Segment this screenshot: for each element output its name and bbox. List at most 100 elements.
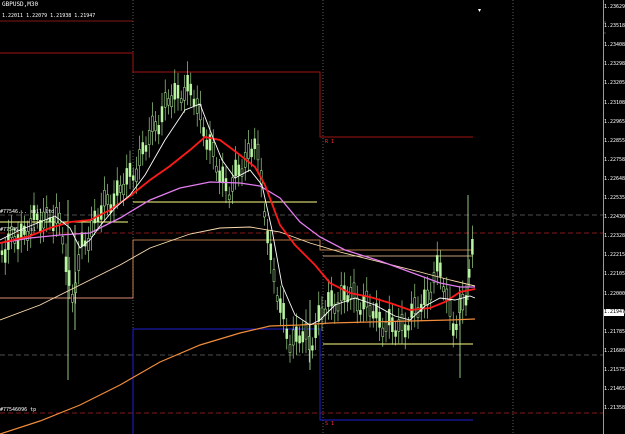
candle-body — [253, 138, 257, 149]
moving-averages — [0, 103, 476, 434]
candle-body — [163, 92, 167, 108]
candle-body — [77, 254, 81, 271]
candle-body — [202, 127, 205, 137]
candle-body — [234, 159, 237, 177]
ema-cream — [0, 226, 476, 321]
candle-body — [387, 309, 391, 326]
candle-body — [371, 311, 375, 319]
pivot-marker-s1: S 1 — [325, 421, 335, 427]
candle-body — [224, 178, 228, 192]
candle-body — [426, 289, 429, 306]
order-label-sell-ltd[interactable]: #77546... sell ltd — [0, 209, 54, 215]
candle-body — [144, 145, 148, 152]
price-tick: 1.23408 — [604, 42, 625, 49]
price-tick: 1.22430 — [604, 214, 625, 221]
candle-body — [167, 98, 170, 106]
candle-body — [115, 180, 119, 196]
candle-body — [381, 327, 385, 337]
candle-body — [439, 262, 442, 277]
candle-body — [221, 166, 225, 184]
candle-body — [368, 305, 372, 317]
session-separators — [132, 0, 514, 434]
candle-body — [80, 232, 84, 247]
candle-body — [362, 295, 365, 310]
candle-body — [400, 314, 404, 331]
ema-orange — [0, 318, 476, 434]
price-tick: 1.21465 — [604, 386, 625, 392]
price-tick: 1.23108 — [604, 99, 625, 106]
candle-body — [269, 243, 273, 261]
candlesticks[interactable] — [0, 61, 474, 380]
candle-body — [183, 87, 186, 101]
candle-body — [298, 335, 301, 344]
candle-body — [285, 328, 289, 339]
candle-body — [119, 184, 122, 193]
chart-shift-icon[interactable]: ▾ — [478, 7, 481, 14]
candle-body — [189, 83, 193, 96]
candle-body — [141, 142, 145, 155]
candle-body — [435, 255, 439, 272]
candle-body — [179, 98, 183, 103]
candle-body — [215, 165, 218, 173]
symbol-title: GBPUSD,M30 — [2, 1, 39, 8]
candle-body — [384, 322, 388, 332]
candle-body — [467, 269, 471, 278]
candle-body — [279, 298, 282, 313]
candle-body — [378, 311, 381, 328]
price-tick: 1.22965 — [604, 118, 625, 125]
order-label-tp[interactable]: #77546096 tp — [0, 407, 36, 413]
price-tick: 1.23629 — [604, 4, 625, 10]
price-tick: 1.22758 — [604, 156, 625, 163]
candle-body — [317, 305, 321, 322]
candle-body — [343, 285, 346, 301]
candle-body — [256, 143, 260, 161]
chart-window[interactable]: GBPUSD,M30 1.22011 1.22079 1.21938 1.219… — [0, 0, 625, 434]
price-chart[interactable] — [0, 0, 625, 434]
candle-body — [403, 324, 407, 338]
candle-body — [295, 326, 298, 342]
candle-body — [71, 294, 74, 303]
candle-body — [218, 170, 221, 183]
pivot-marker-r1: R 1 — [325, 139, 335, 145]
candle-body — [365, 290, 369, 308]
candle-body — [51, 217, 55, 232]
candle-body — [67, 270, 71, 286]
price-tick: 1.22648 — [604, 175, 625, 182]
ema-red — [0, 136, 476, 311]
candle-body — [103, 190, 106, 207]
pivot-lines — [0, 52, 473, 434]
candle-body — [205, 139, 209, 150]
candle-body — [64, 256, 68, 273]
candle-body — [58, 212, 61, 224]
candle-body — [173, 83, 177, 100]
candle-body — [291, 329, 295, 346]
order-label-sl[interactable]: #77546... sl — [0, 227, 36, 233]
price-tick: 1.23298 — [604, 61, 625, 68]
candle-body — [135, 168, 138, 182]
price-tick: 1.21358 — [604, 405, 625, 412]
candle-body — [330, 290, 333, 307]
candle-body — [237, 164, 241, 176]
candle-body — [125, 168, 129, 185]
price-tick: 1.22215 — [604, 252, 625, 259]
candle-body — [0, 250, 4, 255]
candle-body — [311, 345, 314, 351]
price-tick: 1.21680 — [604, 347, 625, 354]
candle-body — [170, 95, 173, 108]
candle-body — [90, 220, 93, 237]
ema-violet — [0, 181, 475, 288]
candle-body — [138, 149, 141, 166]
candle-body — [429, 291, 433, 301]
candle-body — [282, 303, 285, 320]
candle-body — [247, 143, 250, 159]
candle-body — [211, 142, 215, 157]
order-lines[interactable] — [0, 20, 603, 414]
candle-body — [195, 98, 199, 114]
candle-body — [413, 297, 417, 314]
candle-body — [448, 300, 452, 317]
candle-body — [147, 130, 151, 145]
candle-body — [106, 194, 109, 205]
candle-body — [423, 289, 426, 306]
candle-body — [359, 310, 362, 315]
price-tick: 1.23205 — [604, 80, 625, 87]
